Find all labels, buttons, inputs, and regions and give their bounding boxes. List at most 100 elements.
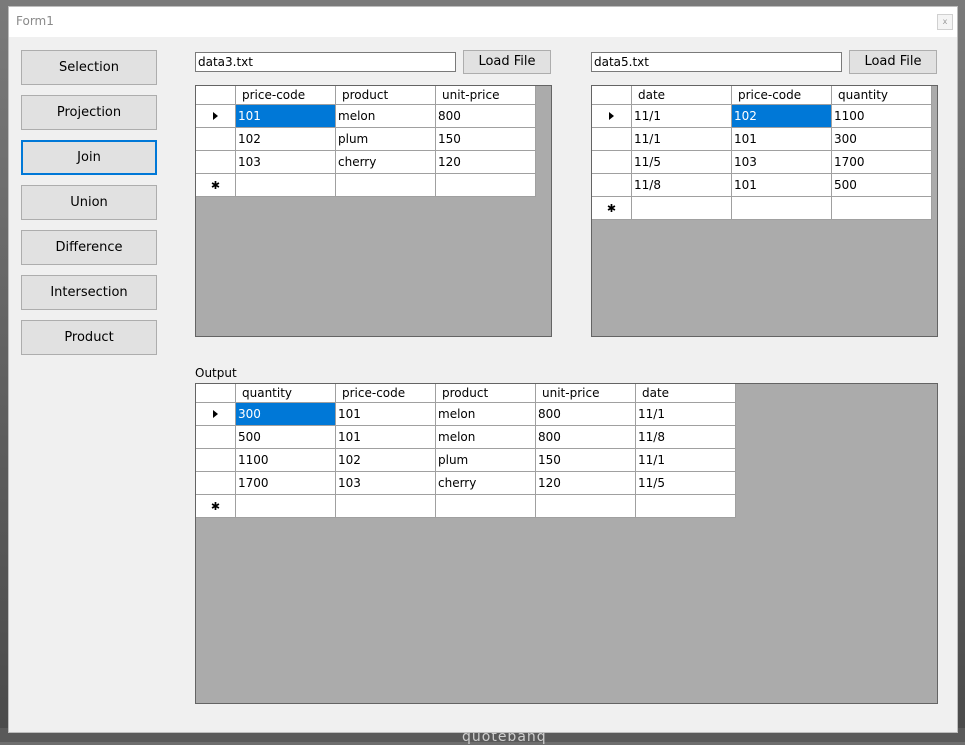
intersection-button[interactable]: Intersection [21,275,157,310]
table-cell[interactable]: 101 [335,402,436,426]
column-header[interactable]: unit-price [435,86,536,105]
table-cell[interactable]: 120 [535,471,636,495]
new-row[interactable]: ✱ [196,173,536,197]
table-cell[interactable]: 300 [235,402,336,426]
table-cell[interactable] [335,494,436,518]
table-cell[interactable]: 1700 [831,150,932,174]
table-cell[interactable]: 101 [731,173,832,197]
union-button[interactable]: Union [21,185,157,220]
table-row[interactable]: 1700 103 cherry 120 11/5 [196,471,736,495]
selection-button[interactable]: Selection [21,50,157,85]
table-cell[interactable]: 1100 [831,104,932,128]
left-data-grid[interactable]: price-code product unit-price 101 melon … [195,85,552,337]
table-row[interactable]: 1100 102 plum 150 11/1 [196,448,736,472]
table-cell[interactable]: 103 [335,471,436,495]
table-row[interactable]: 103 cherry 120 [196,150,536,174]
left-file-input[interactable]: data3.txt [195,52,456,72]
table-cell[interactable]: 11/5 [635,471,736,495]
row-header[interactable] [592,173,632,197]
table-cell[interactable]: 11/1 [635,402,736,426]
table-cell[interactable]: 11/1 [631,104,732,128]
column-header[interactable]: date [635,384,736,403]
table-cell[interactable]: melon [435,425,536,449]
table-cell[interactable]: 11/8 [635,425,736,449]
column-header[interactable]: quantity [235,384,336,403]
table-row[interactable]: 102 plum 150 [196,127,536,151]
table-cell[interactable]: plum [335,127,436,151]
right-load-file-button[interactable]: Load File [849,50,937,74]
table-cell[interactable] [335,173,436,197]
table-cell[interactable]: cherry [335,150,436,174]
table-cell[interactable]: 800 [435,104,536,128]
column-header[interactable]: product [435,384,536,403]
table-row[interactable]: 101 melon 800 [196,104,536,128]
table-row[interactable]: 11/5 103 1700 [592,150,932,174]
table-cell[interactable]: 1100 [235,448,336,472]
column-header[interactable]: quantity [831,86,932,105]
table-cell[interactable] [435,494,536,518]
table-cell[interactable]: 120 [435,150,536,174]
new-row[interactable]: ✱ [592,196,932,220]
right-data-grid[interactable]: date price-code quantity 11/1 102 1100 1… [591,85,938,337]
table-cell[interactable] [535,494,636,518]
table-cell[interactable]: plum [435,448,536,472]
column-header[interactable]: date [631,86,732,105]
column-header[interactable]: price-code [335,384,436,403]
table-cell[interactable]: 102 [235,127,336,151]
table-cell[interactable]: 500 [831,173,932,197]
table-row[interactable]: 11/1 102 1100 [592,104,932,128]
table-cell[interactable] [435,173,536,197]
new-row[interactable]: ✱ [196,494,736,518]
table-cell[interactable]: 800 [535,402,636,426]
table-cell[interactable]: 101 [731,127,832,151]
row-header[interactable] [196,150,236,174]
table-row[interactable]: 11/1 101 300 [592,127,932,151]
table-cell[interactable]: 150 [535,448,636,472]
row-header[interactable] [196,448,236,472]
table-cell[interactable]: 500 [235,425,336,449]
table-cell[interactable]: 11/1 [635,448,736,472]
table-cell[interactable]: 102 [335,448,436,472]
table-cell[interactable]: cherry [435,471,536,495]
table-cell[interactable] [635,494,736,518]
table-row[interactable]: 11/8 101 500 [592,173,932,197]
table-cell[interactable]: 101 [335,425,436,449]
table-cell[interactable] [731,196,832,220]
table-row[interactable]: 500 101 melon 800 11/8 [196,425,736,449]
table-cell[interactable] [631,196,732,220]
column-header[interactable]: price-code [731,86,832,105]
table-cell[interactable]: 11/1 [631,127,732,151]
close-icon[interactable]: x [937,14,953,30]
row-header[interactable] [196,425,236,449]
table-cell[interactable]: 11/5 [631,150,732,174]
table-cell[interactable]: 103 [731,150,832,174]
row-header[interactable] [592,150,632,174]
row-header[interactable] [196,127,236,151]
join-button[interactable]: Join [21,140,157,175]
table-cell[interactable] [235,494,336,518]
product-button[interactable]: Product [21,320,157,355]
right-file-input[interactable]: data5.txt [591,52,842,72]
table-cell[interactable]: 11/8 [631,173,732,197]
column-header[interactable]: price-code [235,86,336,105]
table-cell[interactable]: melon [435,402,536,426]
row-header[interactable] [196,471,236,495]
table-cell[interactable] [235,173,336,197]
column-header[interactable]: unit-price [535,384,636,403]
projection-button[interactable]: Projection [21,95,157,130]
left-load-file-button[interactable]: Load File [463,50,551,74]
table-cell[interactable]: 101 [235,104,336,128]
table-row[interactable]: 300 101 melon 800 11/1 [196,402,736,426]
column-header[interactable]: product [335,86,436,105]
difference-button[interactable]: Difference [21,230,157,265]
table-cell[interactable]: melon [335,104,436,128]
table-cell[interactable]: 300 [831,127,932,151]
row-header[interactable] [592,127,632,151]
table-cell[interactable]: 102 [731,104,832,128]
table-cell[interactable] [831,196,932,220]
table-cell[interactable]: 150 [435,127,536,151]
table-cell[interactable]: 1700 [235,471,336,495]
table-cell[interactable]: 103 [235,150,336,174]
output-data-grid[interactable]: quantity price-code product unit-price d… [195,383,938,704]
table-cell[interactable]: 800 [535,425,636,449]
